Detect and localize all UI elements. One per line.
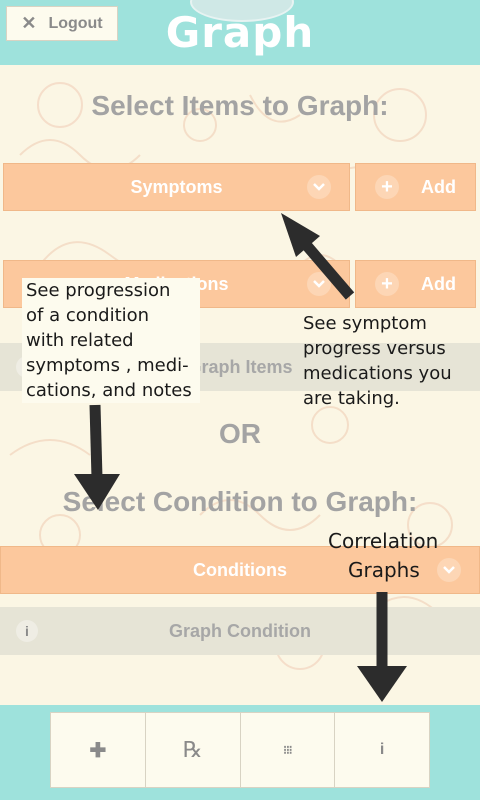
tab-medications[interactable]: ℞ <box>146 713 241 787</box>
info-icon: i <box>379 741 385 758</box>
annotation-arrows <box>74 213 407 702</box>
tab-add[interactable]: ✚ <box>51 713 146 787</box>
plus-icon: ✚ <box>89 739 107 762</box>
rx-icon: ℞ <box>182 737 203 762</box>
arrow-down-icon <box>74 404 120 510</box>
arrow-up-left-icon <box>281 213 355 300</box>
grid-icon: ⁝⁝⁝ <box>283 743 293 757</box>
tab-info[interactable]: i <box>335 713 429 787</box>
arrow-down-icon <box>357 592 407 702</box>
tab-graph[interactable]: ⁝⁝⁝ <box>241 713 336 787</box>
bottom-tab-bar: ✚ ℞ ⁝⁝⁝ i <box>50 712 430 788</box>
